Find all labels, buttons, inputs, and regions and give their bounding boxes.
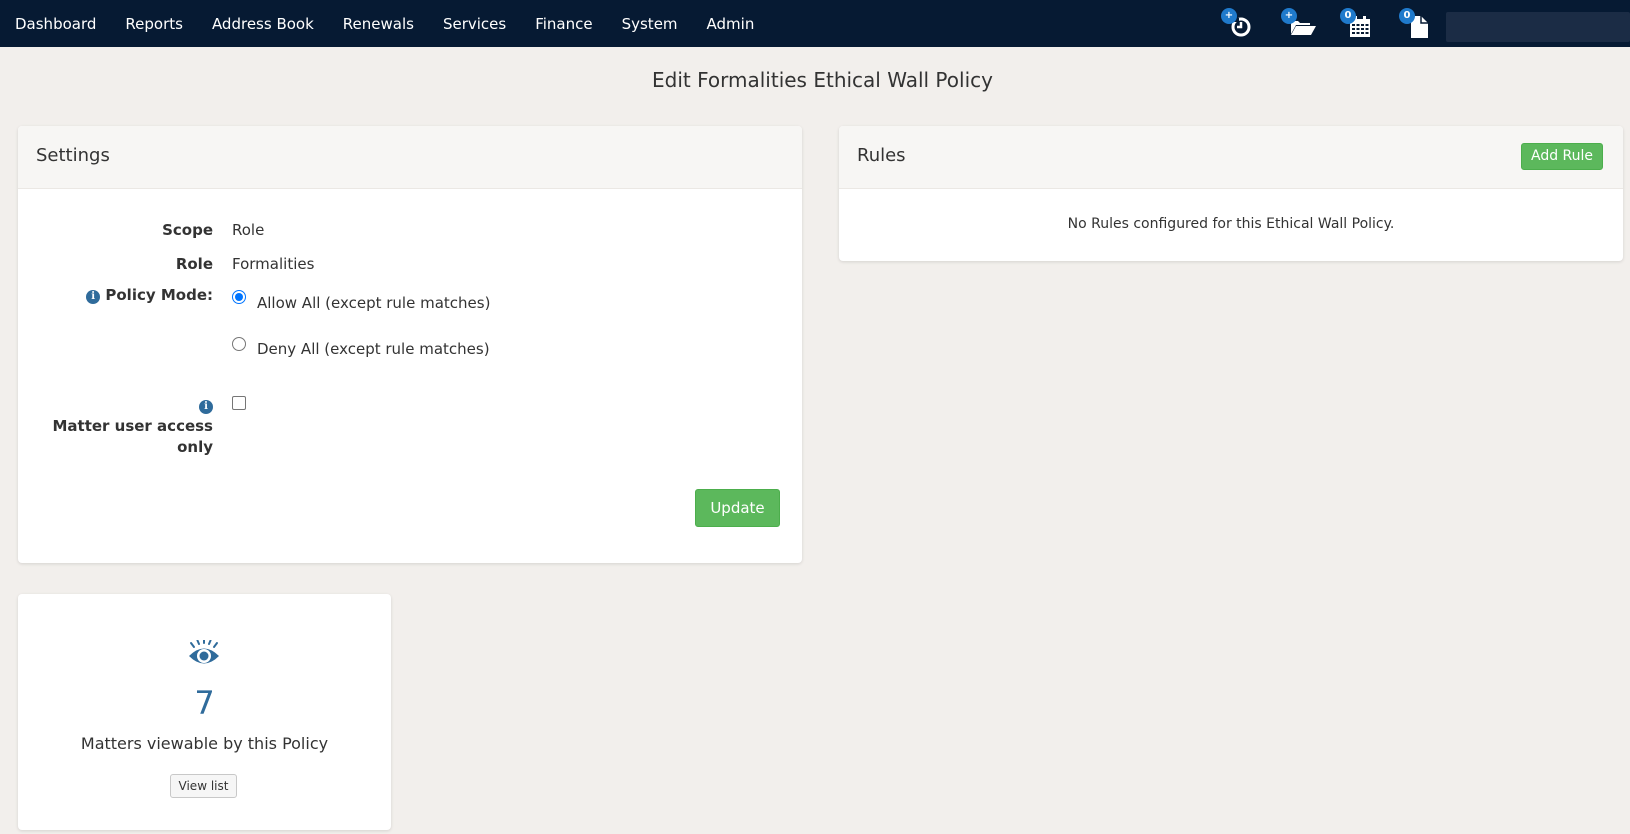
info-icon[interactable]: i	[199, 400, 213, 414]
nav-item-system[interactable]: System	[622, 15, 678, 33]
settings-panel: Settings Scope Role Role Formalities i P…	[18, 126, 802, 563]
main-menu: Dashboard Reports Address Book Renewals …	[0, 0, 768, 47]
policy-mode-label: i Policy Mode:	[36, 286, 213, 304]
folder-badge: +	[1281, 8, 1297, 24]
top-navbar: Dashboard Reports Address Book Renewals …	[0, 0, 1630, 47]
rules-title: Rules	[857, 145, 906, 166]
matter-access-label: i Matter user access only	[36, 395, 213, 458]
matter-access-checkbox[interactable]	[232, 396, 246, 410]
settings-title: Settings	[36, 145, 110, 166]
rules-panel: Rules Add Rule No Rules configured for t…	[839, 126, 1623, 261]
history-badge: +	[1221, 8, 1237, 24]
eye-icon	[189, 640, 219, 664]
view-list-button[interactable]: View list	[170, 774, 237, 798]
settings-panel-header: Settings	[18, 126, 802, 189]
scope-value: Role	[232, 221, 265, 239]
nav-item-renewals[interactable]: Renewals	[343, 15, 414, 33]
document-badge: 0	[1399, 8, 1415, 24]
user-menu[interactable]	[1446, 12, 1630, 42]
info-icon[interactable]: i	[86, 290, 101, 304]
deny-all-label[interactable]: Deny All (except rule matches)	[257, 340, 490, 358]
matters-panel: 7 Matters viewable by this Policy View l…	[18, 594, 391, 830]
nav-item-dashboard[interactable]: Dashboard	[15, 15, 96, 33]
role-label: Role	[175, 255, 213, 273]
role-value: Formalities	[232, 255, 315, 273]
rules-panel-header: Rules Add Rule	[839, 126, 1623, 189]
deny-all-radio[interactable]	[232, 337, 246, 351]
nav-item-reports[interactable]: Reports	[125, 15, 183, 33]
rules-empty-message: No Rules configured for this Ethical Wal…	[1067, 216, 1395, 232]
update-button[interactable]: Update	[695, 489, 780, 527]
allow-all-radio[interactable]	[232, 290, 246, 304]
nav-item-finance[interactable]: Finance	[535, 15, 592, 33]
nav-item-services[interactable]: Services	[443, 15, 506, 33]
documents-button[interactable]: 0	[1399, 8, 1431, 38]
matters-label: Matters viewable by this Policy	[80, 734, 329, 753]
page-title: Edit Formalities Ethical Wall Policy	[652, 68, 993, 92]
nav-item-address-book[interactable]: Address Book	[212, 15, 314, 33]
history-button[interactable]: +	[1221, 8, 1253, 38]
policy-mode-label-text: Policy Mode:	[105, 286, 213, 304]
calendar-badge: 0	[1340, 8, 1356, 24]
allow-all-label[interactable]: Allow All (except rule matches)	[257, 294, 490, 312]
scope-label: Scope	[162, 221, 213, 239]
matters-count: 7	[194, 684, 215, 722]
nav-item-admin[interactable]: Admin	[707, 15, 755, 33]
matter-access-label-text: Matter user access only	[52, 417, 213, 456]
recent-matters-button[interactable]: +	[1281, 8, 1316, 38]
calendar-button[interactable]: 0	[1340, 8, 1372, 38]
add-rule-button[interactable]: Add Rule	[1521, 143, 1603, 170]
